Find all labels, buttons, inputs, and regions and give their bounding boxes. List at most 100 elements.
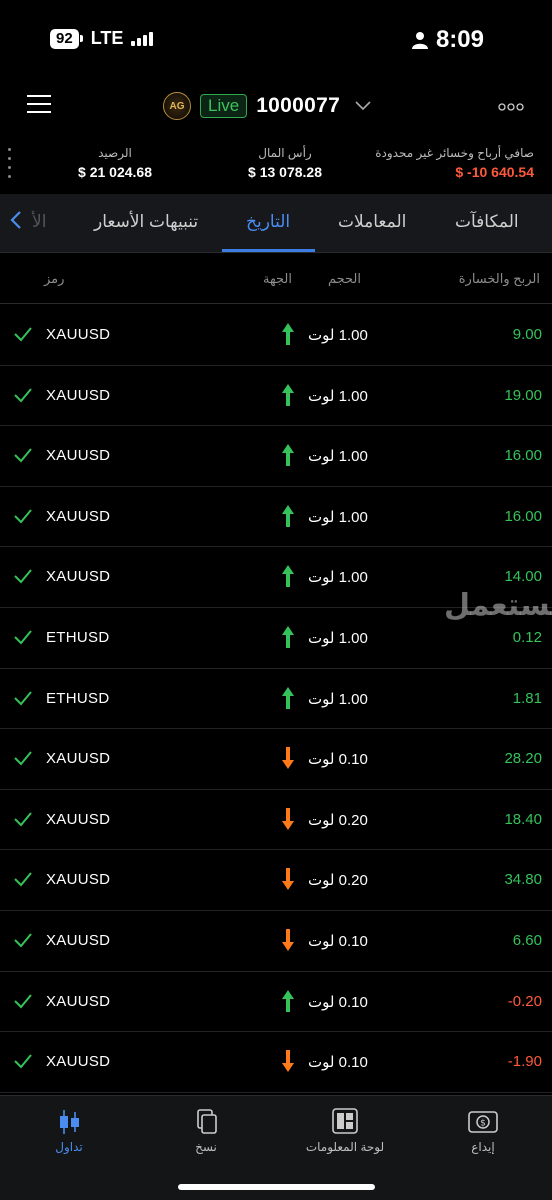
checkmark-icon — [14, 509, 32, 524]
tab-transactions[interactable]: المعاملات — [338, 212, 406, 232]
checkmark-icon — [14, 751, 32, 766]
arrow-up-icon — [281, 564, 295, 588]
tab-history[interactable]: التاريخ — [246, 212, 290, 232]
history-list: XAUUSD 1.00 لوت 9.00 XAUUSD 1.00 لوت 19.00 X… — [0, 305, 552, 1093]
arrow-down-icon — [281, 928, 295, 952]
row-profit: -0.20 — [507, 992, 542, 1010]
row-volume: 1.00 لوت — [308, 448, 368, 466]
battery-icon: 92 — [50, 28, 83, 49]
person-icon — [411, 32, 428, 49]
row-symbol: XAUUSD — [46, 750, 111, 768]
table-row[interactable]: XAUUSD 0.10 لوت -1.90 — [0, 1032, 552, 1093]
checkmark-icon — [14, 1054, 32, 1069]
checkmark-icon — [14, 387, 32, 403]
status-right: 8:09 — [411, 26, 484, 54]
row-profit: 16.00 — [504, 507, 542, 525]
copy-icon — [197, 1109, 217, 1134]
nav-deposit[interactable]: $ إيداع — [423, 1108, 543, 1154]
arrow-down-icon — [281, 746, 295, 770]
row-symbol: XAUUSD — [46, 1053, 111, 1071]
checkmark-icon — [14, 872, 32, 887]
nav-dashboard[interactable]: لوحة المعلومات — [285, 1108, 405, 1154]
unrealized-pnl-stat: صافي أرباح وخسائر غير محدودة $ -10 640.5… — [375, 146, 534, 180]
arrow-up-icon — [281, 989, 295, 1013]
tab-bar: الأ تنبيهات الأسعار التاريخ المعاملات ال… — [0, 194, 552, 253]
capital-label: رأس المال — [258, 146, 312, 160]
account-summary: الرصيد $ 21 024.68 رأس المال $ 13 078.28… — [0, 140, 552, 192]
row-symbol: XAUUSD — [46, 931, 111, 949]
nav-dashboard-label: لوحة المعلومات — [305, 1140, 385, 1154]
row-volume: 1.00 لوت — [308, 569, 368, 587]
row-profit: 28.20 — [504, 750, 542, 768]
arrow-up-icon — [281, 625, 295, 649]
capital-value: $ 13 078.28 — [248, 164, 322, 180]
table-row[interactable]: XAUUSD 1.00 لوت 16.00 — [0, 426, 552, 487]
table-row[interactable]: XAUUSD 0.10 لوت -0.20 — [0, 972, 552, 1033]
account-avatar: AG — [163, 92, 191, 120]
candlestick-icon — [60, 1110, 79, 1134]
deposit-icon: $ — [468, 1111, 498, 1133]
row-symbol: XAUUSD — [46, 326, 111, 343]
more-options-icon[interactable] — [498, 98, 524, 114]
table-row[interactable]: XAUUSD 0.20 لوت 18.40 — [0, 790, 552, 851]
row-profit: 16.00 — [504, 447, 542, 465]
nav-copy[interactable]: نسخ — [146, 1108, 266, 1154]
watermark-logo: مستعمل — [444, 589, 552, 622]
checkmark-icon — [14, 993, 32, 1009]
row-volume: 0.10 لوت — [308, 932, 368, 950]
arrow-down-icon — [281, 1049, 295, 1073]
row-profit: 0.12 — [512, 628, 542, 646]
row-profit: 9.00 — [512, 326, 542, 343]
checkmark-icon — [14, 630, 32, 645]
nav-deposit-label: إيداع — [471, 1140, 495, 1154]
row-profit: 34.80 — [504, 871, 542, 889]
row-symbol: XAUUSD — [46, 507, 111, 525]
row-volume: 1.00 لوت — [308, 629, 368, 647]
chevron-left-icon[interactable] — [10, 210, 22, 236]
row-volume: 1.00 لوت — [308, 690, 368, 708]
row-profit: 6.60 — [512, 931, 542, 949]
balance-stat: الرصيد $ 21 024.68 — [60, 146, 170, 180]
app-header: AG Live 1000077 — [0, 82, 552, 130]
svg-text:$: $ — [480, 1119, 486, 1129]
row-symbol: XAUUSD — [46, 386, 111, 404]
column-profit-loss: الربح والخسارة — [458, 271, 540, 286]
table-header: رمز الجهة الحجم الربح والخسارة — [0, 254, 552, 304]
dashboard-icon — [332, 1108, 358, 1134]
live-badge: Live — [200, 94, 248, 118]
table-row[interactable]: XAUUSD 0.10 لوت 28.20 — [0, 729, 552, 790]
row-symbol: XAUUSD — [46, 810, 111, 828]
table-row[interactable]: XAUUSD 0.20 لوت 34.80 — [0, 850, 552, 911]
tab-price-alerts[interactable]: تنبيهات الأسعار — [94, 212, 198, 232]
arrow-up-icon — [281, 322, 295, 346]
row-volume: 0.20 لوت — [308, 872, 368, 890]
row-symbol: ETHUSD — [46, 689, 110, 707]
row-profit: 18.40 — [504, 810, 542, 828]
account-selector[interactable]: AG Live 1000077 — [163, 92, 371, 120]
arrow-up-icon — [281, 504, 295, 528]
unrealized-pnl-value: $ -10 640.54 — [455, 164, 534, 180]
arrow-up-icon — [281, 686, 295, 710]
table-row[interactable]: XAUUSD 1.00 لوت 16.00 — [0, 487, 552, 548]
nav-trade-label: تداول — [55, 1140, 83, 1154]
tab-rewards[interactable]: المكافآت — [455, 212, 519, 232]
row-volume: 0.10 لوت — [308, 751, 368, 769]
checkmark-icon — [14, 933, 32, 948]
row-profit: 19.00 — [504, 386, 542, 404]
table-row[interactable]: XAUUSD 1.00 لوت 9.00 — [0, 305, 552, 366]
home-indicator — [178, 1184, 375, 1190]
table-row[interactable]: ETHUSD 1.00 لوت 1.81 — [0, 669, 552, 730]
summary-handle-icon[interactable] — [8, 148, 11, 184]
balance-value: $ 21 024.68 — [78, 164, 152, 180]
table-row[interactable]: XAUUSD 0.10 لوت 6.60 — [0, 911, 552, 972]
nav-trade[interactable]: تداول — [9, 1108, 129, 1154]
table-row[interactable]: XAUUSD 1.00 لوت 19.00 — [0, 366, 552, 427]
tab-overflow[interactable]: الأ — [32, 212, 46, 232]
column-symbol: رمز — [44, 271, 65, 286]
row-symbol: ETHUSD — [46, 628, 110, 646]
checkmark-icon — [14, 327, 32, 342]
network-type: LTE — [90, 28, 124, 48]
nav-copy-label: نسخ — [195, 1140, 217, 1154]
status-left: 92 LTE — [50, 28, 154, 49]
menu-icon[interactable] — [27, 94, 51, 114]
